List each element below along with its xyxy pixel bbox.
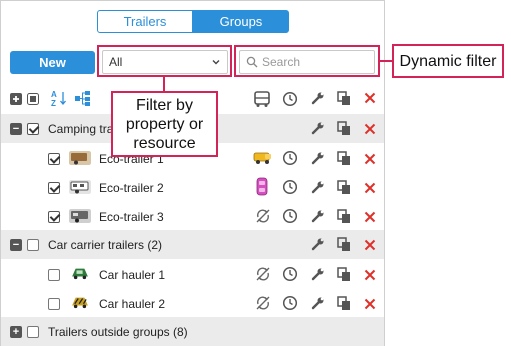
copy-icon[interactable] bbox=[337, 296, 352, 311]
item-checkbox[interactable] bbox=[48, 269, 60, 281]
group-row[interactable]: − Car carrier trailers (2) bbox=[1, 230, 384, 259]
collapse-icon[interactable]: − bbox=[10, 239, 22, 251]
copy-icon[interactable] bbox=[337, 121, 352, 136]
group-name: Trailers outside groups (8) bbox=[48, 325, 188, 339]
pink-trailer-icon bbox=[256, 177, 268, 196]
hierarchy-icon[interactable] bbox=[75, 91, 91, 106]
expand-all-icon[interactable] bbox=[10, 93, 22, 105]
bus-icon[interactable] bbox=[253, 90, 271, 108]
copy-icon[interactable] bbox=[337, 267, 352, 282]
delete-icon[interactable] bbox=[364, 298, 376, 310]
clock-icon[interactable] bbox=[282, 150, 298, 166]
group-name: Car carrier trailers (2) bbox=[48, 238, 163, 252]
chevron-down-icon bbox=[212, 60, 220, 65]
item-checkbox[interactable] bbox=[48, 298, 60, 310]
clock-icon[interactable] bbox=[282, 266, 298, 282]
group-row[interactable]: + Trailers outside groups (8) bbox=[1, 317, 384, 346]
svg-text:Z: Z bbox=[51, 99, 56, 107]
delete-icon[interactable] bbox=[364, 269, 376, 281]
delete-icon[interactable] bbox=[364, 153, 376, 165]
trailer-groups-panel: Trailers Groups New All Search A Z − Cam… bbox=[0, 0, 385, 346]
expand-icon[interactable]: + bbox=[10, 326, 22, 338]
wrench-icon[interactable] bbox=[310, 296, 325, 311]
wrench-icon[interactable] bbox=[310, 121, 325, 136]
trailer-thumbnail-icon bbox=[69, 180, 91, 194]
filter-by-callout-text: Filter by property or resource bbox=[125, 96, 204, 152]
clock-icon[interactable] bbox=[282, 91, 298, 107]
item-name: Eco-trailer 2 bbox=[99, 181, 164, 195]
view-tabs: Trailers Groups bbox=[97, 10, 289, 33]
clock-icon[interactable] bbox=[282, 208, 298, 224]
list-item[interactable]: Eco-trailer 3 bbox=[1, 201, 384, 230]
group-checkbox[interactable] bbox=[27, 239, 39, 251]
filter-by-callout: Filter by property or resource bbox=[111, 91, 218, 157]
tab-trailers[interactable]: Trailers bbox=[97, 10, 193, 33]
sort-alphabet-icon[interactable]: A Z bbox=[51, 90, 67, 107]
filter-by-connector bbox=[163, 77, 165, 91]
copy-icon[interactable] bbox=[337, 91, 352, 106]
delete-icon[interactable] bbox=[364, 182, 376, 194]
wrench-icon[interactable] bbox=[310, 151, 325, 166]
car-hauler-thumbnail-icon bbox=[72, 268, 88, 280]
search-input[interactable]: Search bbox=[239, 50, 375, 74]
delete-icon[interactable] bbox=[364, 239, 376, 251]
tab-groups[interactable]: Groups bbox=[193, 10, 289, 33]
delete-icon[interactable] bbox=[364, 211, 376, 223]
wrench-icon[interactable] bbox=[310, 180, 325, 195]
dynamic-filter-connector bbox=[380, 60, 392, 62]
sync-off-icon bbox=[256, 267, 270, 281]
search-icon bbox=[246, 56, 258, 68]
delete-icon[interactable] bbox=[364, 123, 376, 135]
filter-select-value: All bbox=[109, 55, 123, 69]
new-button[interactable]: New bbox=[10, 51, 95, 74]
trailer-thumbnail-icon bbox=[69, 209, 91, 223]
list-item[interactable]: Eco-trailer 2 bbox=[1, 172, 384, 201]
yellow-van-icon bbox=[253, 152, 271, 164]
item-name: Car hauler 1 bbox=[99, 268, 166, 282]
wrench-icon[interactable] bbox=[310, 237, 325, 252]
filter-select[interactable]: All bbox=[102, 50, 228, 74]
clock-icon[interactable] bbox=[282, 295, 298, 311]
copy-icon[interactable] bbox=[337, 209, 352, 224]
wrench-icon[interactable] bbox=[310, 267, 325, 282]
item-name: Eco-trailer 3 bbox=[99, 210, 164, 224]
delete-icon[interactable] bbox=[364, 92, 376, 104]
group-checkbox[interactable] bbox=[27, 123, 39, 135]
svg-text:A: A bbox=[51, 90, 57, 99]
dynamic-filter-callout-text: Dynamic filter bbox=[399, 52, 497, 70]
list-item[interactable]: Car hauler 2 bbox=[1, 288, 384, 317]
sync-off-icon bbox=[256, 296, 270, 310]
search-placeholder: Search bbox=[262, 55, 301, 69]
item-name: Car hauler 2 bbox=[99, 297, 166, 311]
copy-icon[interactable] bbox=[337, 151, 352, 166]
select-all-icon[interactable] bbox=[27, 93, 39, 105]
car-hauler-thumbnail-icon bbox=[72, 297, 88, 309]
copy-icon[interactable] bbox=[337, 180, 352, 195]
item-checkbox[interactable] bbox=[48, 153, 60, 165]
clock-icon[interactable] bbox=[282, 179, 298, 195]
collapse-icon[interactable]: − bbox=[10, 123, 22, 135]
copy-icon[interactable] bbox=[337, 237, 352, 252]
dynamic-filter-callout: Dynamic filter bbox=[392, 44, 504, 78]
wrench-icon[interactable] bbox=[310, 91, 325, 106]
sync-off-icon bbox=[256, 209, 270, 223]
list-item[interactable]: Car hauler 1 bbox=[1, 259, 384, 288]
item-checkbox[interactable] bbox=[48, 182, 60, 194]
trailer-thumbnail-icon bbox=[69, 151, 91, 165]
item-checkbox[interactable] bbox=[48, 211, 60, 223]
group-checkbox[interactable] bbox=[27, 326, 39, 338]
wrench-icon[interactable] bbox=[310, 209, 325, 224]
